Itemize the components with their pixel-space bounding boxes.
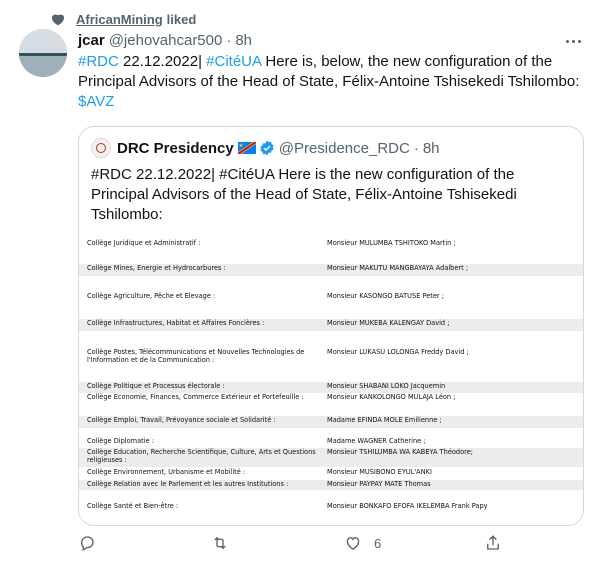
document-row: Collège Mines, Energie et Hydrocarbures … xyxy=(79,264,583,276)
college-name: Collège Juridique et Administratif : xyxy=(87,239,201,247)
quoted-author-handle[interactable]: @Presidence_RDC xyxy=(279,140,410,157)
tweet-link[interactable]: #RDC xyxy=(78,53,119,70)
tweet-actions: 6 xyxy=(78,532,508,556)
like-count: 6 xyxy=(374,535,382,551)
separator-dot: · xyxy=(226,31,232,49)
quoted-tweet-timestamp[interactable]: 8h xyxy=(423,140,440,157)
document-row: Collège Diplomatie : Madame WAGNER Cather… xyxy=(79,437,583,447)
presidency-seal-avatar[interactable] xyxy=(91,138,111,158)
share-button[interactable] xyxy=(484,532,502,554)
heart-filled-icon xyxy=(51,14,65,26)
quoted-tweet-text: #RDC 22.12.2022| #CitéUA Here is the new… xyxy=(91,166,517,223)
document-row: Collège Agriculture, Pêche et Elevage : M… xyxy=(79,292,583,304)
advisor-name: Monsieur SHABANI LOKO Jacquemin xyxy=(327,382,446,390)
advisor-name: Monsieur KANKOLONGO MULAJA Léon ; xyxy=(327,393,456,401)
quoted-author-name[interactable]: DRC Presidency xyxy=(117,140,234,157)
author-handle[interactable]: @jehovahcar500 xyxy=(109,32,223,49)
advisor-name: Monsieur MAKUTU MANGBAYAYA Adalbert ; xyxy=(327,264,469,272)
college-name: Collège Relation avec le Parlement et le… xyxy=(87,480,289,488)
college-name: Collège Education, Recherche Scientifiqu… xyxy=(87,448,316,464)
college-name: Collège Politique et Processus électoral… xyxy=(87,382,225,390)
college-name: Collège Economie, Finances, Commerce Ext… xyxy=(87,393,304,401)
advisor-name: Monsieur PAYPAY MATE Thomas xyxy=(327,480,431,488)
document-row: Collège Economie, Finances, Commerce Ext… xyxy=(79,393,583,403)
more-options-icon[interactable] xyxy=(561,32,585,50)
social-context-action: liked xyxy=(166,11,197,27)
retweet-button[interactable] xyxy=(211,532,229,554)
college-name: Collège Diplomatie : xyxy=(87,437,154,445)
document-row: Collège Juridique et Administratif : Mons… xyxy=(79,239,583,251)
document-row: Collège Politique et Processus électoral… xyxy=(79,382,583,393)
social-context-user[interactable]: AfricanMining xyxy=(76,12,163,27)
author-name[interactable]: jcar xyxy=(78,32,105,49)
document-row: Collège Education, Recherche Scientifiqu… xyxy=(79,448,583,467)
advisor-name: Monsieur MUKEBA KALENGAY David ; xyxy=(327,319,450,327)
college-name: Collège Agriculture, Pêche et Elevage : xyxy=(87,292,216,300)
college-name: Collège Infrastructures, Habitat et Affa… xyxy=(87,319,265,327)
document-row: Collège Infrastructures, Habitat et Affa… xyxy=(79,319,583,331)
advisor-name: Monsieur BONKAFO EFOFA IKELEMBA Frank Pa… xyxy=(327,502,488,510)
avatar-photo xyxy=(19,29,67,77)
tweet-timestamp[interactable]: 8h xyxy=(235,32,252,49)
like-button[interactable]: 6 xyxy=(344,532,381,554)
separator-dot: · xyxy=(413,139,419,157)
college-name: Collège Emploi, Travail, Prévoyance soci… xyxy=(87,416,276,424)
advisor-name: Monsieur TSHILUMBA WA KABEYA Théodore; xyxy=(327,448,473,456)
document-row: Collège Relation avec le Parlement et le… xyxy=(79,480,583,490)
tweet-link[interactable]: #CitéUA xyxy=(206,53,261,70)
advisor-name: Madame WAGNER Catherine ; xyxy=(327,437,426,445)
quoted-tweet-header: DRC Presidency @Presidence_RDC · 8h xyxy=(91,138,440,158)
reply-button[interactable] xyxy=(78,532,96,554)
advisor-name: Monsieur LUKASU LOLONGA Freddy David ; xyxy=(327,348,469,356)
tweet-link[interactable]: $AVZ xyxy=(78,93,114,110)
reply-icon xyxy=(81,536,94,551)
tweet-text-segment: 22.12.2022| xyxy=(118,53,207,70)
tweet-text: #RDC 22.12.2022| #CitéUA Here is, below,… xyxy=(78,52,588,112)
document-row: Collège Emploi, Travail, Prévoyance soci… xyxy=(79,416,583,428)
heart-icon xyxy=(346,537,360,551)
drc-flag-icon xyxy=(237,142,256,154)
retweet-icon xyxy=(214,536,226,550)
verified-badge-icon xyxy=(260,140,274,156)
share-icon xyxy=(487,535,499,550)
advisor-name: Monsieur MUSIBONO EYUL'ANKI xyxy=(327,468,432,476)
advisor-name: Monsieur MULUMBA TSHITOKO Martin ; xyxy=(327,239,456,247)
document-image[interactable]: Collège Juridique et Administratif : Mons… xyxy=(79,236,583,525)
college-name: Collège Mines, Energie et Hydrocarbures … xyxy=(87,264,226,272)
college-name: Collège Santé et Bien-être : xyxy=(87,502,179,510)
document-row: Collège Environnement, Urbanisme et Mobi… xyxy=(79,468,583,479)
social-context: AfricanMining liked xyxy=(51,10,197,28)
quoted-tweet[interactable]: DRC Presidency @Presidence_RDC · 8h #RDC… xyxy=(78,126,584,526)
document-row: Collège Postes, Télécommunications et No… xyxy=(79,348,583,368)
college-name: Collège Environnement, Urbanisme et Mobi… xyxy=(87,468,246,476)
avatar[interactable] xyxy=(19,29,67,77)
college-name: Collège Postes, Télécommunications et No… xyxy=(87,348,305,364)
advisor-name: Madame EFINDA MOLE Emilienne ; xyxy=(327,416,442,424)
tweet-header: jcar @jehovahcar500 · 8h xyxy=(78,29,564,51)
document-row: Collège Santé et Bien-être : Monsieur BON… xyxy=(79,502,583,512)
advisor-name: Monsieur KASONGO BATUSE Peter ; xyxy=(327,292,444,300)
